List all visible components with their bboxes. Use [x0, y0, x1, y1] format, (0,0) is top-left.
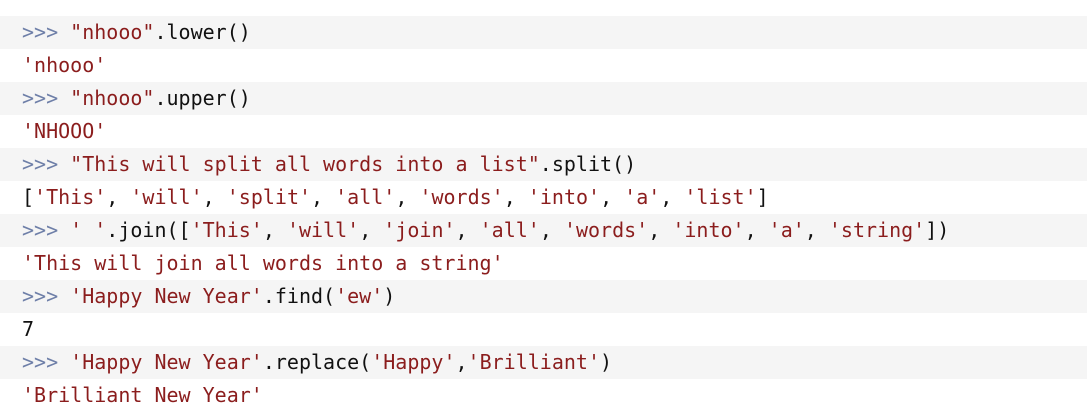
code-text: , [262, 218, 287, 242]
number-literal: 7 [22, 317, 35, 341]
string-literal: 'Brilliant' [467, 350, 600, 374]
console-input-line: >>> 'Happy New Year'.find('ew') [0, 280, 1087, 313]
string-literal: "nhooo" [70, 20, 155, 44]
code-text: ]) [925, 218, 950, 242]
code-text: ) [383, 284, 396, 308]
code-text: ] [756, 185, 769, 209]
code-text: , [648, 218, 673, 242]
string-literal: "nhooo" [70, 86, 155, 110]
code-text: , [359, 218, 384, 242]
string-literal: 'This' [34, 185, 107, 209]
console-output-line: 'Brilliant New Year' [0, 379, 1087, 412]
console-input-line: >>> "nhooo".lower() [0, 16, 1087, 49]
string-literal: ' ' [70, 218, 107, 242]
string-literal: 'a' [624, 185, 661, 209]
string-literal: 'string' [828, 218, 926, 242]
console-input-line: >>> "nhooo".upper() [0, 82, 1087, 115]
string-literal: 'This' [190, 218, 263, 242]
console-output-line: ['This', 'will', 'split', 'all', 'words'… [0, 181, 1087, 214]
console-input-line: >>> "This will split all words into a li… [0, 148, 1087, 181]
console-output-line: 7 [0, 313, 1087, 346]
console-input-line: >>> ' '.join(['This', 'will', 'join', 'a… [0, 214, 1087, 247]
console-output-line: 'nhooo' [0, 49, 1087, 82]
code-text: , [503, 185, 528, 209]
string-literal: 'ew' [335, 284, 384, 308]
code-text: , [395, 185, 420, 209]
string-literal: 'join' [383, 218, 456, 242]
code-text: .replace( [262, 350, 372, 374]
code-text: [ [22, 185, 35, 209]
prompt-marker: >>> [22, 152, 59, 176]
code-text: ) [600, 350, 613, 374]
code-text: .lower() [154, 20, 251, 44]
code-text: , [744, 218, 769, 242]
string-literal: "This will split all words into a list" [70, 152, 540, 176]
string-literal: 'words' [419, 185, 504, 209]
code-text: , [600, 185, 625, 209]
string-literal: 'into' [527, 185, 601, 209]
console-input-line: >>> 'Happy New Year'.replace('Happy','Br… [0, 346, 1087, 379]
code-text: , [660, 185, 685, 209]
code-text: .join([ [106, 218, 191, 242]
string-literal: 'all' [335, 185, 396, 209]
code-text: , [804, 218, 829, 242]
string-literal: 'words' [563, 218, 649, 242]
prompt-marker: >>> [22, 350, 59, 374]
code-text: , [311, 185, 336, 209]
code-text: .upper() [154, 86, 251, 110]
string-literal: 'split' [226, 185, 312, 209]
string-literal: 'a' [768, 218, 805, 242]
string-literal: 'Happy New Year' [70, 284, 263, 308]
string-literal: 'will' [286, 218, 360, 242]
string-literal: 'will' [130, 185, 203, 209]
code-text: , [202, 185, 227, 209]
string-literal: 'NHOOO' [22, 119, 107, 143]
prompt-marker: >>> [22, 284, 59, 308]
code-text: .find( [262, 284, 336, 308]
string-literal: 'all' [479, 218, 540, 242]
string-literal: 'Brilliant New Year' [22, 383, 263, 407]
string-literal: 'Happy' [371, 350, 456, 374]
code-text: , [455, 350, 468, 374]
prompt-marker: >>> [22, 20, 59, 44]
console-output-line: 'This will join all words into a string' [0, 247, 1087, 280]
code-text: , [106, 185, 131, 209]
string-literal: 'into' [672, 218, 745, 242]
code-text: , [539, 218, 564, 242]
string-literal: 'Happy New Year' [70, 350, 263, 374]
string-literal: 'list' [684, 185, 757, 209]
prompt-marker: >>> [22, 86, 59, 110]
prompt-marker: >>> [22, 218, 59, 242]
console-output-line: 'NHOOO' [0, 115, 1087, 148]
code-text: .split() [539, 152, 637, 176]
code-text: , [455, 218, 480, 242]
string-literal: 'This will join all words into a string' [22, 251, 504, 275]
string-literal: 'nhooo' [22, 53, 107, 77]
python-console-code-block: >>> "nhooo".lower()'nhooo' >>> "nhooo".up… [0, 0, 1087, 418]
